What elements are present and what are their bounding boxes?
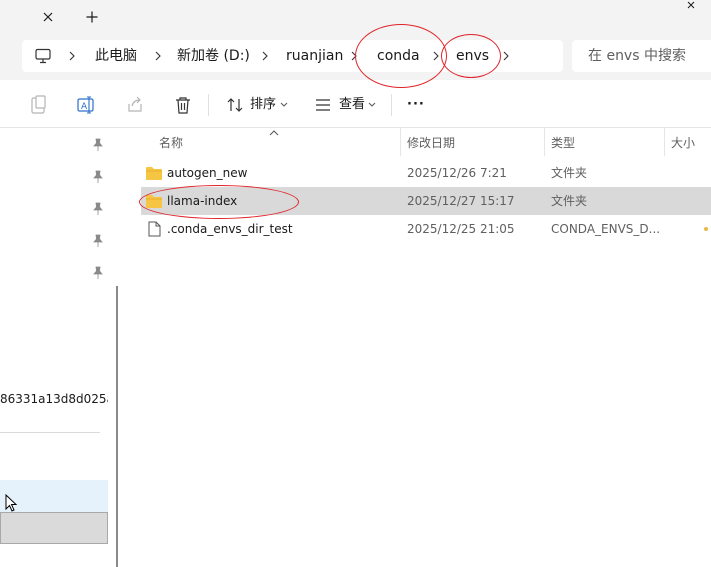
file-type: CONDA_ENVS_D... [551,222,661,236]
pin-icon[interactable] [92,138,106,152]
command-bar: A 排序 查看 ··· [0,80,711,128]
delete-icon[interactable] [173,95,193,115]
file-row[interactable]: .conda_envs_dir_test 2025/12/25 21:05 CO… [141,215,711,243]
pin-icon[interactable] [92,234,106,248]
file-date: 2025/12/25 21:05 [407,222,515,236]
new-tab-plus-icon[interactable] [82,7,102,27]
status-dot [704,227,708,231]
breadcrumb-chevron-icon[interactable] [259,40,271,72]
close-tab-icon[interactable] [38,7,58,27]
file-type: 文件夹 [551,194,588,208]
file-type: 文件夹 [551,166,588,180]
address-bar[interactable]: 此电脑 新加卷 (D:) ruanjian conda envs [22,40,563,72]
file-row-selected[interactable]: llama-index 2025/12/27 15:17 文件夹 [141,187,711,215]
rename-icon[interactable]: A [77,95,97,115]
column-divider[interactable] [400,128,401,156]
column-divider[interactable] [664,128,665,156]
file-row[interactable]: autogen_new 2025/12/26 7:21 文件夹 [141,159,711,187]
command-divider [208,94,209,116]
nav-divider [0,432,100,433]
file-name: .conda_envs_dir_test [167,222,293,236]
column-divider[interactable] [544,128,545,156]
breadcrumb-chevron-icon[interactable] [348,40,360,72]
pin-icon[interactable] [92,202,106,216]
share-icon[interactable] [125,95,145,115]
folder-icon [146,195,162,208]
svg-text:A: A [81,102,88,112]
mouse-cursor-icon [5,494,18,512]
tab-strip [0,0,711,34]
chevron-down-icon[interactable] [367,95,377,115]
nav-item-truncated[interactable]: 86331a13d8d025a9 [0,392,108,406]
chevron-down-icon[interactable] [279,95,289,115]
file-date: 2025/12/26 7:21 [407,166,507,180]
nav-scrollbar[interactable] [116,286,118,567]
file-name: llama-index [167,194,238,208]
more-options-button[interactable]: ··· [407,95,425,115]
breadcrumb-chevron-icon[interactable] [430,40,442,72]
address-row: 此电脑 新加卷 (D:) ruanjian conda envs 在 envs … [0,34,711,80]
nav-item-selected[interactable] [0,512,108,544]
sort-icon[interactable] [225,95,245,115]
sort-button-label[interactable]: 排序 [250,95,276,115]
file-date: 2025/12/27 15:17 [407,194,515,208]
breadcrumb-item-this-pc[interactable]: 此电脑 [95,40,137,72]
search-input[interactable]: 在 envs 中搜索 [572,40,711,72]
paste-icon[interactable] [29,95,49,115]
this-pc-icon[interactable] [34,48,52,64]
breadcrumb-item-drive-d[interactable]: 新加卷 (D:) [177,40,250,72]
breadcrumb-chevron-icon[interactable] [152,40,164,72]
breadcrumb-chevron-icon[interactable] [500,40,512,72]
command-divider [391,94,392,116]
view-icon[interactable] [313,95,333,115]
breadcrumb-chevron-icon[interactable] [66,40,78,72]
column-header-date[interactable]: 修改日期 [407,134,455,151]
nav-item-hovered[interactable] [0,480,108,512]
breadcrumb-item-envs[interactable]: envs [456,40,489,72]
breadcrumb-item-conda[interactable]: conda [377,40,420,72]
file-list: 名称 修改日期 类型 大小 autogen_new 2025/12/26 7:2… [126,128,711,567]
view-button-label[interactable]: 查看 [339,95,365,115]
sort-ascending-chevron-icon [269,125,279,136]
column-header-size[interactable]: 大小 [671,134,695,151]
column-header-name[interactable]: 名称 [159,134,183,151]
folder-icon [146,167,162,180]
file-icon [148,221,161,237]
column-header-type[interactable]: 类型 [551,134,575,151]
breadcrumb-item-ruanjian[interactable]: ruanjian [286,40,343,72]
window-close-icon[interactable] [680,0,711,14]
file-name: autogen_new [167,166,248,180]
navigation-pane: 86331a13d8d025a9 [0,128,118,567]
pin-icon[interactable] [92,266,106,280]
pin-icon[interactable] [92,170,106,184]
